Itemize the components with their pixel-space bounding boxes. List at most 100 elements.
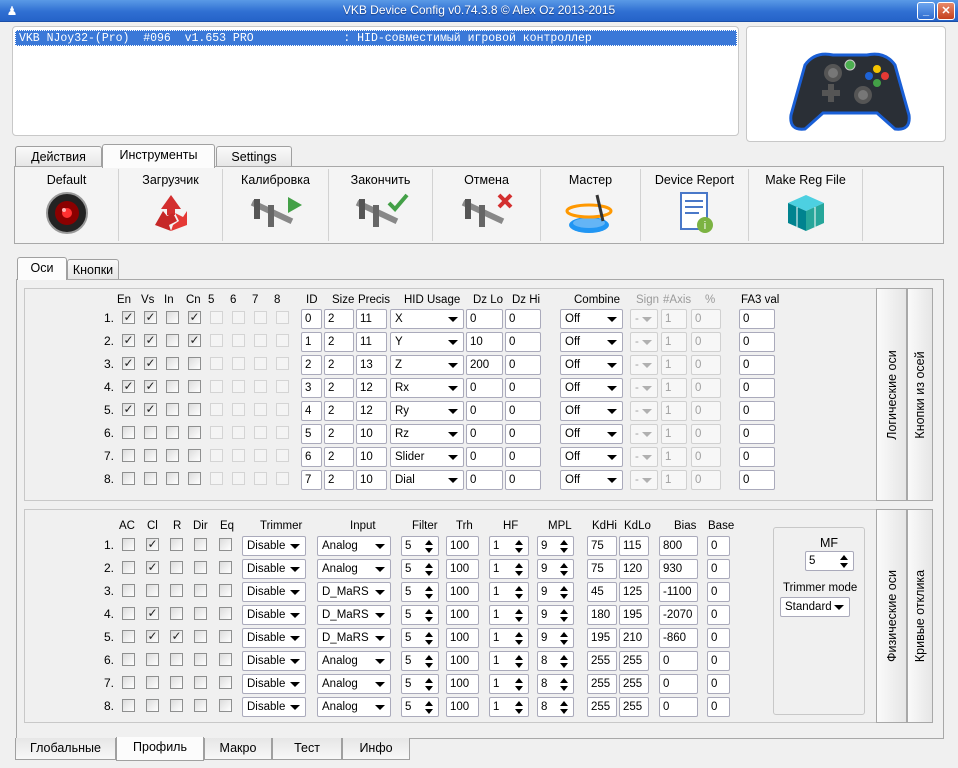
device-report-button[interactable]: Device Report i [641, 169, 749, 241]
dz-hi-field[interactable]: 0 [505, 332, 541, 352]
input-select[interactable]: Analog [317, 651, 391, 671]
input-select[interactable]: Analog [317, 536, 391, 556]
bias-field[interactable]: 930 [659, 559, 698, 579]
checkbox-in[interactable] [166, 449, 179, 462]
checkbox-in[interactable] [166, 472, 179, 485]
id-field[interactable]: 7 [301, 470, 322, 490]
hf-spinner[interactable]: 1 [489, 697, 529, 717]
hid-usage-select[interactable]: Rx [390, 378, 464, 398]
checkbox-cl[interactable] [146, 676, 159, 689]
trh-field[interactable]: 100 [446, 605, 479, 625]
loader-button[interactable]: Загрузчик [119, 169, 223, 241]
trimmer-select[interactable]: Disable [242, 697, 306, 717]
bias-field[interactable]: -2070 [659, 605, 698, 625]
id-field[interactable]: 6 [301, 447, 322, 467]
trimmer-select[interactable]: Disable [242, 605, 306, 625]
checkbox-dir[interactable] [194, 561, 207, 574]
kdlo-field[interactable]: 195 [619, 605, 649, 625]
combine-select[interactable]: Off [560, 355, 623, 375]
combine-select[interactable]: Off [560, 309, 623, 329]
bias-field[interactable]: 0 [659, 697, 698, 717]
size-field[interactable]: 2 [324, 309, 354, 329]
checkbox-cl[interactable]: ✓ [146, 607, 159, 620]
hid-usage-select[interactable]: Z [390, 355, 464, 375]
dz-hi-field[interactable]: 0 [505, 470, 541, 490]
checkbox-cn[interactable]: ✓ [188, 334, 201, 347]
checkbox-en[interactable] [122, 449, 135, 462]
checkbox-vs[interactable]: ✓ [144, 380, 157, 393]
id-field[interactable]: 4 [301, 401, 322, 421]
kdhi-field[interactable]: 45 [587, 582, 617, 602]
mpl-spinner[interactable]: 8 [537, 697, 574, 717]
checkbox-cl[interactable]: ✓ [146, 630, 159, 643]
checkbox-ac[interactable] [122, 653, 135, 666]
checkbox-in[interactable] [166, 426, 179, 439]
checkbox-ac[interactable] [122, 561, 135, 574]
checkbox-cn[interactable]: ✓ [188, 311, 201, 324]
checkbox-vs[interactable] [144, 449, 157, 462]
checkbox-eq[interactable] [219, 561, 232, 574]
checkbox-ac[interactable] [122, 584, 135, 597]
checkbox-eq[interactable] [219, 676, 232, 689]
trh-field[interactable]: 100 [446, 628, 479, 648]
checkbox-dir[interactable] [194, 699, 207, 712]
checkbox-cn[interactable] [188, 403, 201, 416]
checkbox-cn[interactable] [188, 472, 201, 485]
trimmer-select[interactable]: Disable [242, 674, 306, 694]
filter-spinner[interactable]: 5 [401, 651, 439, 671]
kdhi-field[interactable]: 195 [587, 628, 617, 648]
checkbox-en[interactable]: ✓ [122, 403, 135, 416]
mpl-spinner[interactable]: 9 [537, 605, 574, 625]
checkbox-cl[interactable]: ✓ [146, 561, 159, 574]
fa3-val-field[interactable]: 0 [739, 332, 775, 352]
combine-select[interactable]: Off [560, 470, 623, 490]
dz-hi-field[interactable]: 0 [505, 378, 541, 398]
checkbox-en[interactable] [122, 472, 135, 485]
hf-spinner[interactable]: 1 [489, 536, 529, 556]
input-select[interactable]: Analog [317, 674, 391, 694]
size-field[interactable]: 2 [324, 470, 354, 490]
checkbox-cl[interactable] [146, 584, 159, 597]
fa3-val-field[interactable]: 0 [739, 378, 775, 398]
precision-field[interactable]: 13 [356, 355, 387, 375]
checkbox-cn[interactable] [188, 449, 201, 462]
fa3-val-field[interactable]: 0 [739, 309, 775, 329]
checkbox-vs[interactable]: ✓ [144, 311, 157, 324]
checkbox-en[interactable] [122, 426, 135, 439]
checkbox-r[interactable] [170, 584, 183, 597]
precision-field[interactable]: 10 [356, 447, 387, 467]
filter-spinner[interactable]: 5 [401, 697, 439, 717]
checkbox-vs[interactable]: ✓ [144, 357, 157, 370]
finish-button[interactable]: Закончить [329, 169, 433, 241]
checkbox-en[interactable]: ✓ [122, 311, 135, 324]
trimmer-select[interactable]: Disable [242, 651, 306, 671]
checkbox-dir[interactable] [194, 538, 207, 551]
bias-field[interactable]: 800 [659, 536, 698, 556]
kdlo-field[interactable]: 120 [619, 559, 649, 579]
input-select[interactable]: D_MaRS [317, 582, 391, 602]
trh-field[interactable]: 100 [446, 536, 479, 556]
id-field[interactable]: 2 [301, 355, 322, 375]
size-field[interactable]: 2 [324, 401, 354, 421]
checkbox-r[interactable] [170, 676, 183, 689]
calibrate-button[interactable]: Калибровка [223, 169, 329, 241]
input-select[interactable]: Analog [317, 697, 391, 717]
trimmer-select[interactable]: Disable [242, 559, 306, 579]
checkbox-r[interactable] [170, 607, 183, 620]
dz-hi-field[interactable]: 0 [505, 401, 541, 421]
precision-field[interactable]: 10 [356, 470, 387, 490]
base-field[interactable]: 0 [707, 674, 730, 694]
hid-usage-select[interactable]: Y [390, 332, 464, 352]
dz-hi-field[interactable]: 0 [505, 309, 541, 329]
tab-profile[interactable]: Профиль [116, 737, 204, 761]
mpl-spinner[interactable]: 9 [537, 582, 574, 602]
combine-select[interactable]: Off [560, 401, 623, 421]
kdlo-field[interactable]: 125 [619, 582, 649, 602]
precision-field[interactable]: 11 [356, 309, 387, 329]
hid-usage-select[interactable]: X [390, 309, 464, 329]
dz-hi-field[interactable]: 0 [505, 447, 541, 467]
checkbox-eq[interactable] [219, 653, 232, 666]
tab-global[interactable]: Глобальные [15, 738, 116, 760]
filter-spinner[interactable]: 5 [401, 536, 439, 556]
base-field[interactable]: 0 [707, 582, 730, 602]
